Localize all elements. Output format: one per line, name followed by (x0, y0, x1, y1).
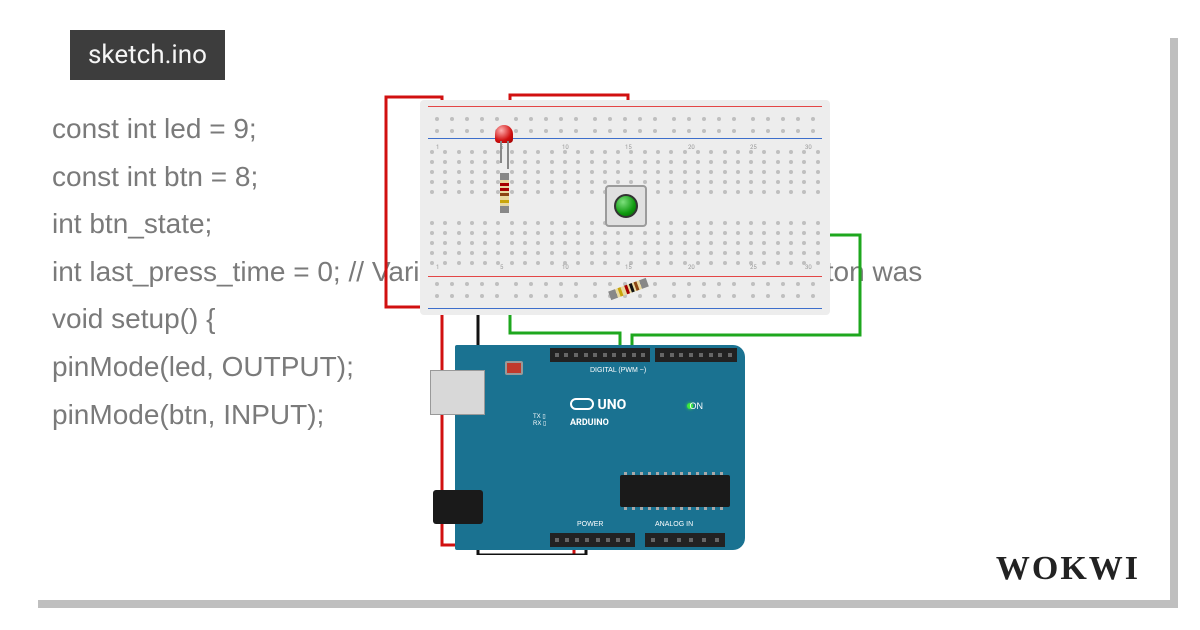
circuit-diagram[interactable]: 1 5 10 15 20 25 30 1 5 10 15 20 25 30 (350, 85, 890, 555)
arduino-logo-icon: UNO ARDUINO (570, 397, 626, 429)
analog-header[interactable] (645, 533, 725, 547)
push-button[interactable] (605, 185, 647, 227)
resistor-1[interactable] (500, 173, 509, 213)
arduino-uno[interactable]: UNO ARDUINO ON TX ▯ RX ▯ DIGITAL (PWM ~)… (455, 345, 745, 550)
breadboard-top-rail (428, 108, 822, 142)
on-label: ON (690, 401, 704, 411)
reset-button[interactable] (505, 361, 523, 375)
analog-label: ANALOG IN (655, 521, 693, 528)
wokwi-logo: WOKWI (996, 550, 1140, 588)
button-cap-icon (614, 194, 638, 218)
atmega-chip-icon (620, 475, 730, 507)
file-tab[interactable]: sketch.ino (70, 30, 225, 80)
digital-header-right[interactable] (655, 348, 737, 362)
barrel-jack-icon (433, 490, 483, 524)
txrx-label: TX ▯ RX ▯ (533, 413, 546, 427)
power-label: POWER (577, 521, 603, 528)
digital-header-left[interactable] (550, 348, 650, 362)
digital-label: DIGITAL (PWM ~) (590, 367, 646, 374)
led-component[interactable] (495, 125, 515, 149)
led-bulb-icon (495, 125, 513, 143)
preview-card: sketch.ino const int led = 9; const int … (30, 30, 1170, 600)
power-header[interactable] (550, 533, 635, 547)
usb-port-icon (430, 370, 485, 415)
